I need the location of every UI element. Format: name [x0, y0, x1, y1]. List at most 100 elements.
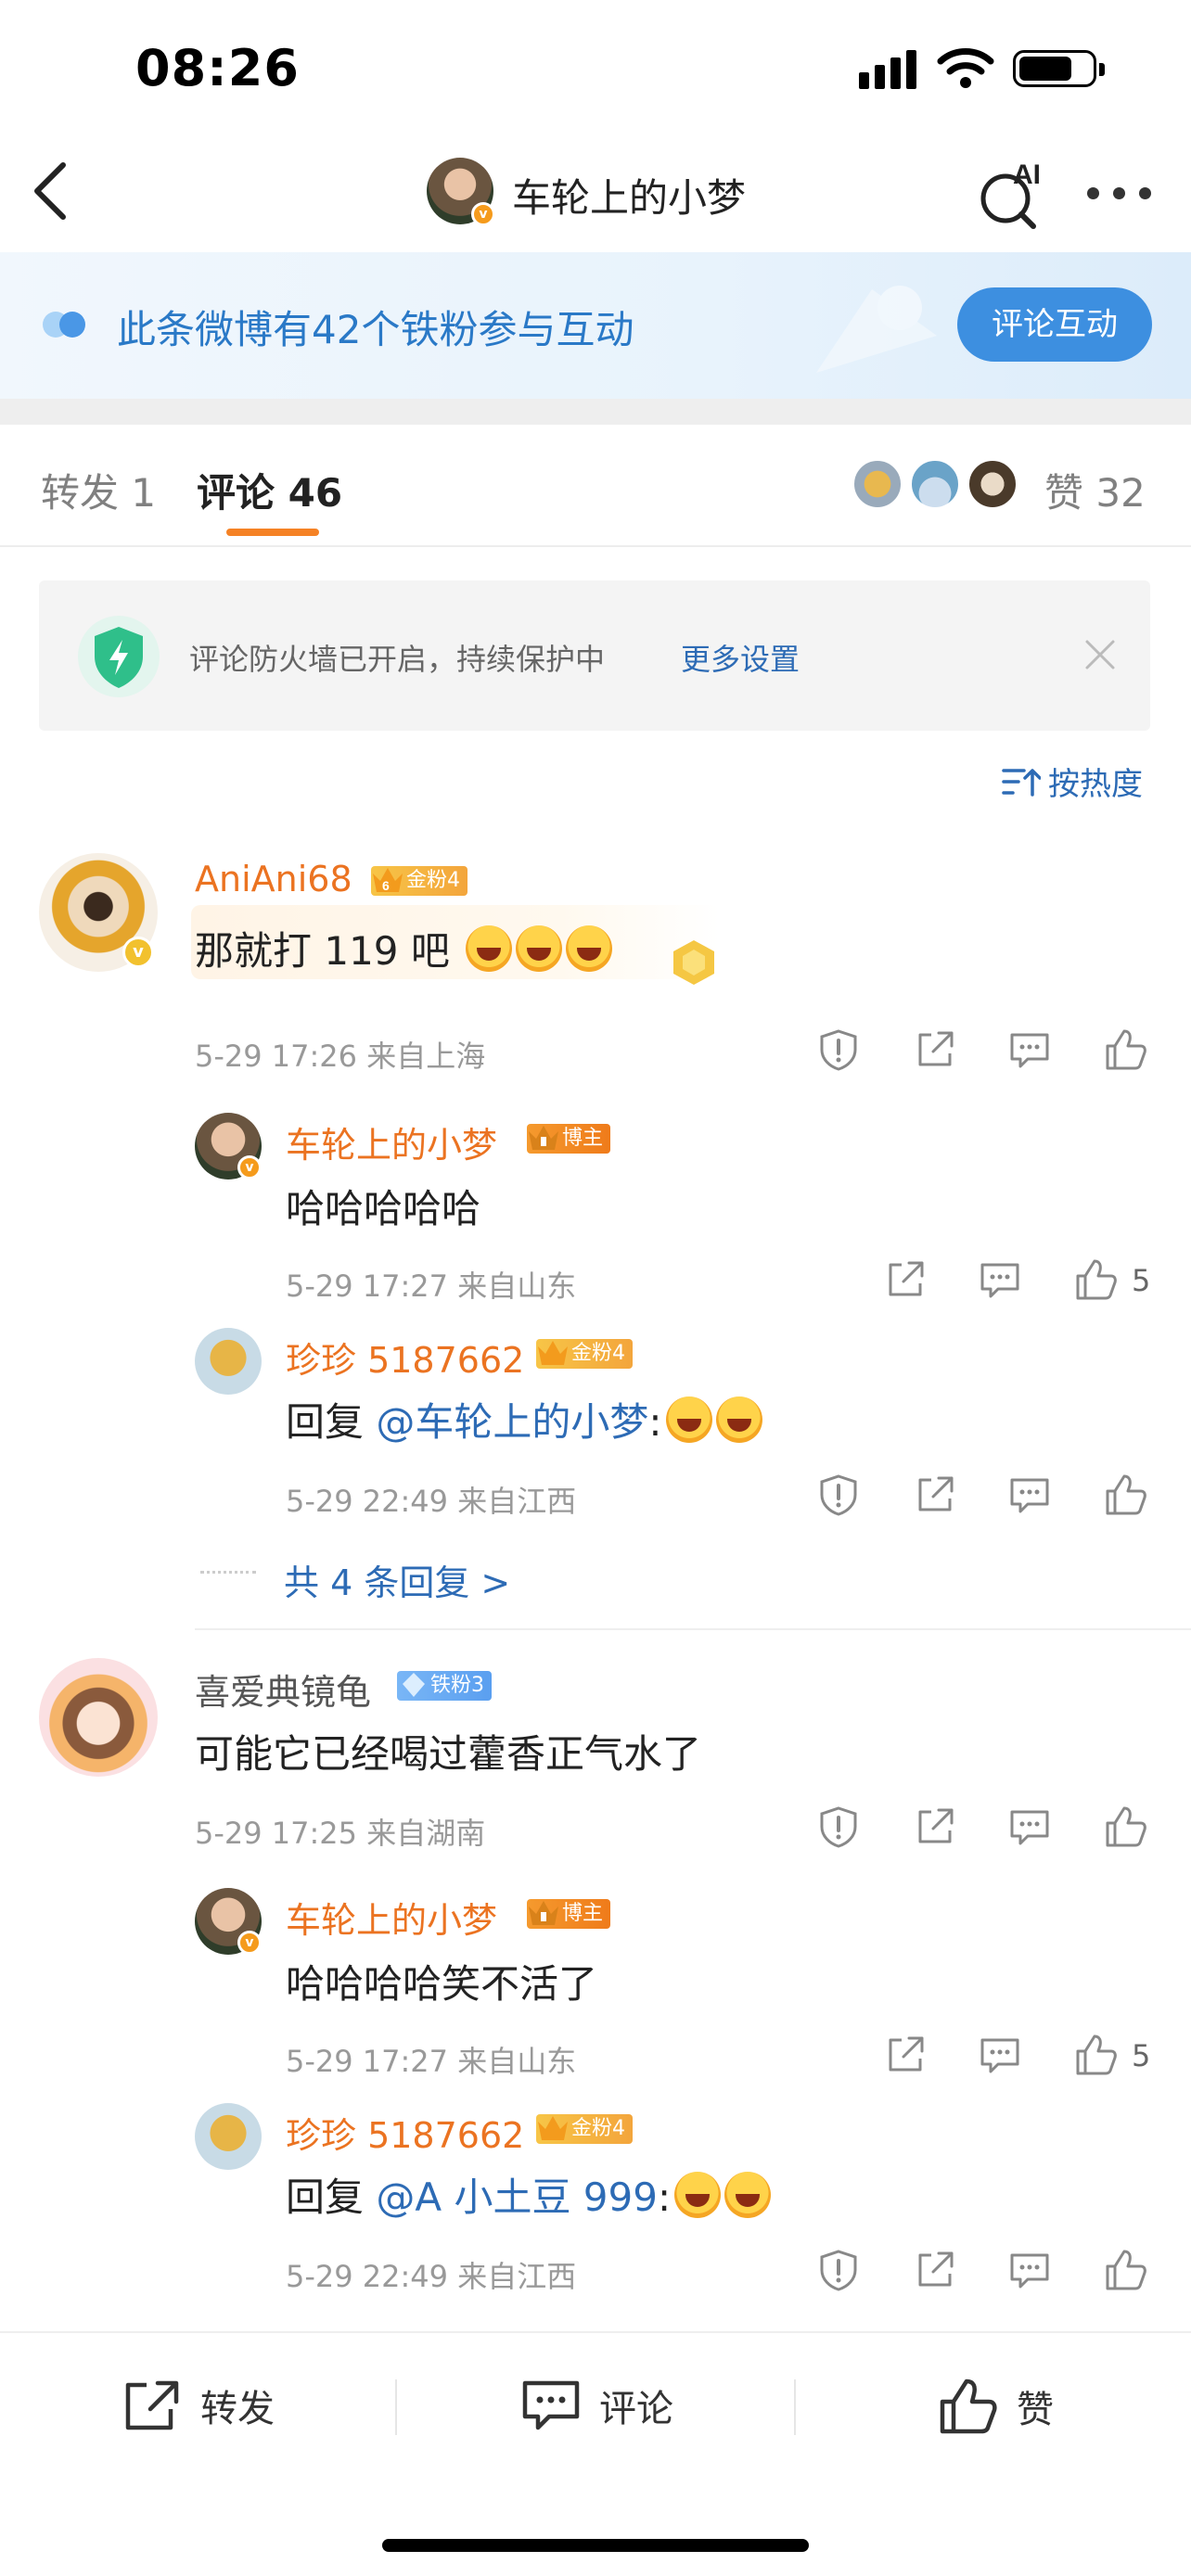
close-icon[interactable] [1082, 636, 1119, 673]
comment-icon[interactable] [978, 2033, 1022, 2077]
reply-actions [816, 2248, 1150, 2294]
reply-text: 哈哈哈哈笑不活了 [286, 1961, 598, 2007]
author-avatar[interactable]: v [427, 158, 495, 226]
like-icon[interactable] [1072, 2033, 1119, 2077]
reply-avatar[interactable] [195, 2103, 262, 2170]
report-icon[interactable] [816, 1027, 861, 1072]
like-icon[interactable] [1102, 2248, 1148, 2292]
interaction-banner: 此条微博有42个铁粉参与互动 评论互动 [0, 252, 1191, 399]
firewall-text: 评论防火墙已开启，持续保护中 [189, 642, 606, 677]
liker-avatar [909, 458, 961, 510]
verified-badge: v [237, 1155, 262, 1180]
sort-label: 按热度 [1048, 766, 1143, 803]
reply-meta: 5-29 17:27 来自山东 [286, 2044, 577, 2079]
like-icon[interactable] [1072, 1257, 1119, 1302]
crying-laugh-emoji [674, 2172, 722, 2218]
badge-level: 6 [382, 878, 390, 893]
comment-icon[interactable] [978, 1257, 1022, 1302]
reply-name[interactable]: 车轮上的小梦 [286, 1116, 497, 1167]
reply-name[interactable]: 车轮上的小梦 [286, 1892, 497, 1943]
report-icon[interactable] [816, 1804, 861, 1849]
reply-meta: 5-29 22:49 来自江西 [286, 2259, 577, 2294]
reply-avatar[interactable] [195, 1328, 262, 1395]
like-count: 5 [1132, 2038, 1151, 2073]
more-icon[interactable] [1087, 187, 1152, 200]
signal-icon [859, 48, 916, 89]
reply-actions: 5 [883, 1257, 1152, 1304]
shield-icon [78, 616, 160, 697]
reply-actions [816, 1473, 1150, 1519]
tab-repost[interactable]: 转发 1 [41, 462, 156, 518]
fan-badge: 6 金粉4 [371, 866, 467, 896]
author-name[interactable]: 车轮上的小梦 [512, 167, 746, 223]
comment-icon[interactable] [1007, 2248, 1052, 2292]
tab-comment[interactable]: 评论 46 [197, 462, 342, 518]
tab-bar: 转发 1 评论 46 赞 32 [0, 425, 1191, 547]
status-time: 08:26 [135, 39, 300, 97]
fan-badge: 金粉4 [536, 2114, 633, 2144]
liker-avatars[interactable] [852, 458, 1028, 514]
repost-button[interactable]: 转发 [122, 2378, 275, 2433]
comment-text: 可能它已经喝过藿香正气水了 [195, 1731, 702, 1777]
report-icon[interactable] [816, 2248, 861, 2292]
comment-icon[interactable] [1007, 1473, 1052, 1517]
laugh-tears-emoji [665, 1396, 712, 1443]
host-badge: 博主 [527, 1124, 611, 1154]
like-button[interactable]: 赞 [939, 2378, 1054, 2435]
reply-text: 哈哈哈哈哈 [286, 1186, 481, 1231]
comment-interaction-button[interactable]: 评论互动 [957, 287, 1152, 362]
reply-meta: 5-29 17:27 来自山东 [286, 1269, 577, 1304]
commenter-name[interactable]: 喜爱典镜龟 [195, 1664, 371, 1715]
bar-separator [395, 2379, 397, 2435]
badge-label: 博主 [562, 1127, 604, 1150]
comment-divider [195, 1628, 1191, 1630]
share-icon[interactable] [913, 1804, 957, 1849]
report-icon[interactable] [816, 1473, 861, 1517]
reply-name[interactable]: 珍珍 5187662 [286, 1332, 524, 1383]
mention-link[interactable]: @A 小土豆 999 [376, 2174, 658, 2220]
banner-text: 此条微博有42个铁粉参与互动 [117, 307, 634, 352]
share-icon[interactable] [883, 1257, 928, 1302]
active-tab-indicator [226, 529, 319, 536]
badge-label: 金粉4 [571, 2117, 625, 2140]
comment-button[interactable]: 评论 [521, 2378, 673, 2433]
comment-actions [816, 1804, 1150, 1851]
verified-badge: v [237, 1931, 262, 1955]
like-label: 赞 [1017, 2389, 1054, 2431]
more-replies-link[interactable]: 共 4 条回复 > [284, 1554, 510, 1605]
verified-badge: v [471, 202, 495, 226]
share-icon[interactable] [883, 2033, 928, 2077]
reply-name[interactable]: 珍珍 5187662 [286, 2107, 524, 2158]
back-icon[interactable] [28, 158, 74, 224]
comment-icon [522, 2380, 580, 2430]
badge-label: 金粉4 [406, 869, 460, 892]
commenter-name[interactable]: AniAni68 [195, 859, 352, 899]
comment-icon[interactable] [1007, 1027, 1052, 1072]
more-settings-link[interactable]: 更多设置 [681, 636, 800, 679]
comment-meta: 5-29 17:26 来自上海 [195, 1039, 486, 1074]
reply-meta: 5-29 22:49 来自江西 [286, 1484, 577, 1519]
fan-badge: 金粉4 [536, 1339, 633, 1369]
comment-icon[interactable] [1007, 1804, 1052, 1849]
laugh-emoji [516, 925, 563, 972]
like-icon[interactable] [1102, 1473, 1148, 1517]
mention-link[interactable]: @车轮上的小梦 [376, 1399, 648, 1445]
liker-avatar [852, 458, 903, 510]
share-icon[interactable] [913, 2248, 957, 2292]
like-icon[interactable] [1102, 1027, 1148, 1072]
home-indicator[interactable] [382, 2539, 809, 2552]
like-icon[interactable] [1102, 1804, 1148, 1849]
medal-icon [673, 940, 714, 985]
sort-toggle[interactable]: 按热度 [1002, 759, 1143, 804]
share-icon[interactable] [913, 1473, 957, 1517]
verified-badge: v [122, 937, 154, 968]
badge-label: 博主 [562, 1902, 604, 1925]
commenter-avatar[interactable] [39, 1658, 158, 1777]
share-icon[interactable] [913, 1027, 957, 1072]
laugh-emoji [466, 925, 513, 972]
tab-likes[interactable]: 赞 32 [1044, 462, 1146, 518]
repost-label: 转发 [200, 2388, 275, 2430]
interaction-icon [43, 312, 85, 338]
comment-actions [816, 1027, 1150, 1074]
ai-search-icon[interactable]: AI [978, 156, 1052, 230]
